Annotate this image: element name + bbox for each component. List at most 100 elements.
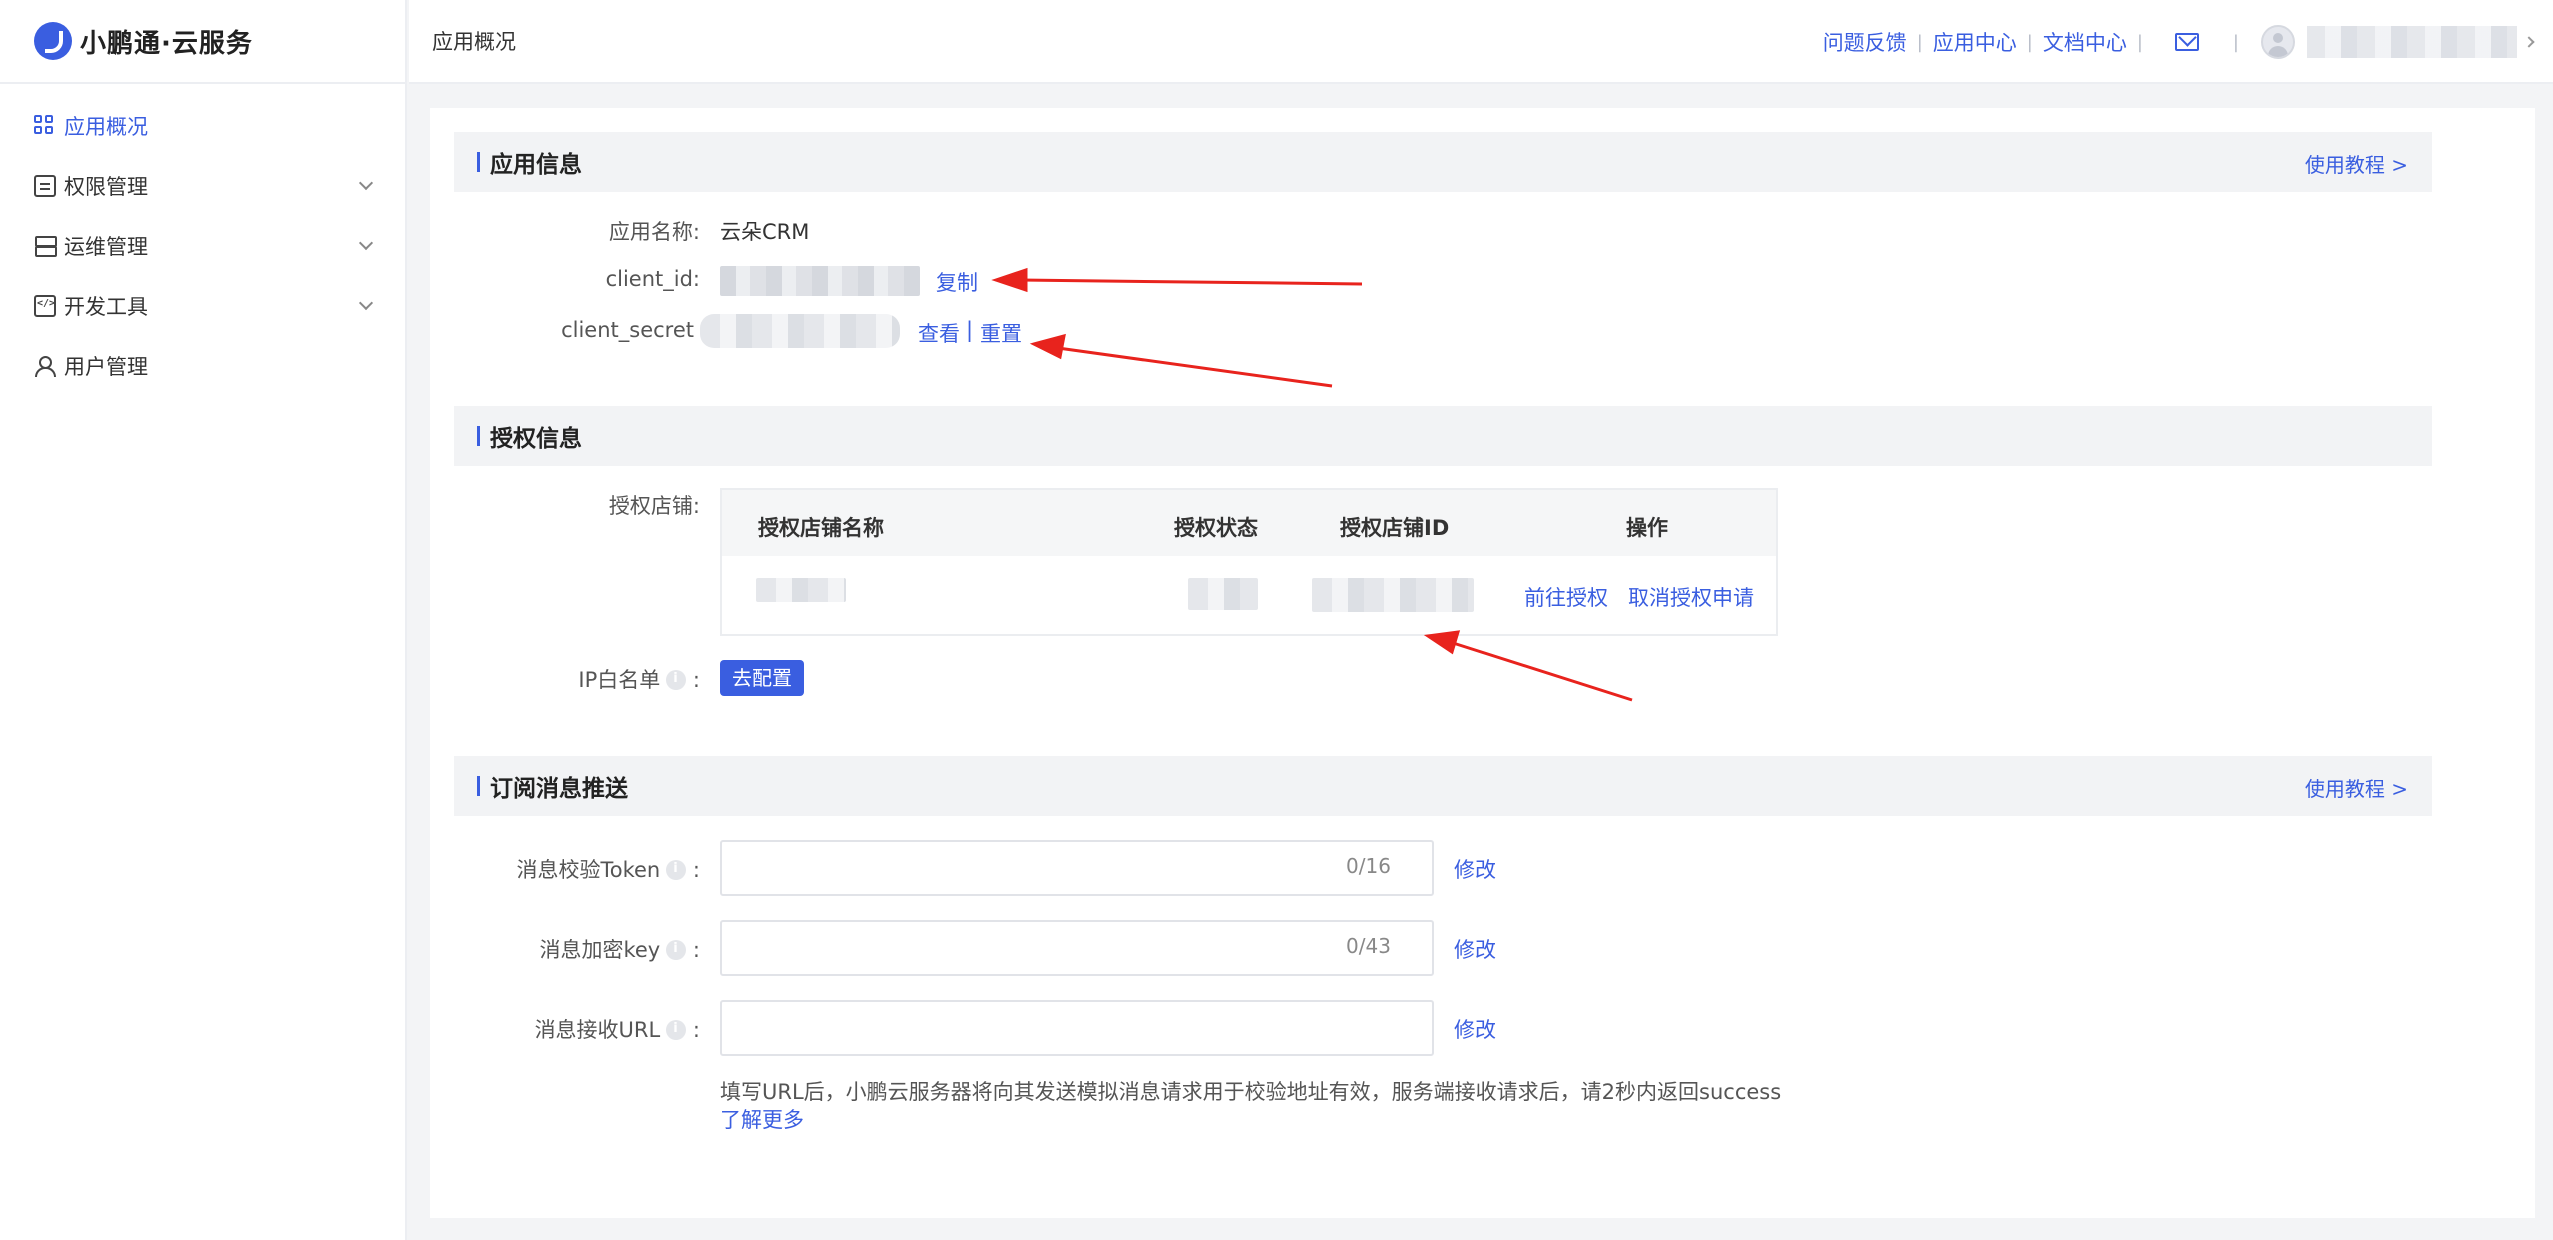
chevron-down-icon xyxy=(358,235,374,251)
modify-token-button[interactable]: 修改 xyxy=(1454,854,1496,884)
reset-secret-button[interactable]: 重置 xyxy=(980,318,1022,348)
sidebar-item-users[interactable]: 用户管理 xyxy=(0,336,405,396)
subscription-tutorial-link[interactable]: 使用教程 > xyxy=(2305,773,2408,802)
receive-url-input[interactable] xyxy=(720,1000,1434,1056)
main-card: 应用信息 使用教程 > 应用名称: 云朵CRM client_id: 复制 cl… xyxy=(430,108,2535,1218)
label-colon: : xyxy=(692,668,700,692)
docs-center-link[interactable]: 文档中心 xyxy=(2043,27,2127,57)
label-colon: : xyxy=(692,938,700,962)
mail-icon[interactable] xyxy=(2174,33,2199,51)
column-header-actions: 操作 xyxy=(1626,516,1668,540)
brand-name: 小鹏通·云服务 xyxy=(80,28,253,59)
sidebar-item-label: 应用概况 xyxy=(64,115,148,139)
receive-url-label-text: 消息接收URL xyxy=(534,1018,661,1042)
column-header-shop-id: 授权店铺ID xyxy=(1340,516,1450,540)
auth-info-header: 授权信息 xyxy=(454,406,2432,466)
ip-whitelist-label: IP白名单 : xyxy=(430,664,700,694)
brand-logo-icon xyxy=(34,22,72,60)
section-marker xyxy=(477,776,480,796)
section-marker xyxy=(477,152,480,172)
column-header-shop-name: 授权店铺名称 xyxy=(758,516,884,540)
shop-id-redacted xyxy=(1312,578,1474,612)
shop-name-redacted xyxy=(756,578,846,602)
ip-whitelist-label-text: IP白名单 xyxy=(578,668,661,692)
cancel-authorization-button[interactable]: 取消授权申请 xyxy=(1628,582,1754,612)
label-colon: : xyxy=(692,858,700,882)
chevron-down-icon xyxy=(358,295,374,311)
info-icon[interactable] xyxy=(666,670,687,690)
server-icon xyxy=(34,235,57,257)
status-redacted xyxy=(1188,578,1258,610)
copy-client-id-button[interactable]: 复制 xyxy=(936,267,978,297)
table-header: 授权店铺名称 授权状态 授权店铺ID 操作 xyxy=(722,490,1776,556)
app-info-header: 应用信息 使用教程 > xyxy=(454,132,2432,192)
header-separator: | xyxy=(2026,31,2033,53)
token-label: 消息校验Token : xyxy=(430,854,700,884)
url-hint-text: 填写URL后，小鹏云服务器将向其发送模拟消息请求用于校验地址有效，服务端接收请求… xyxy=(720,1080,1782,1104)
header-separator: | xyxy=(2136,31,2143,53)
grid-icon xyxy=(34,115,56,137)
header-actions: 问题反馈 | 应用中心 | 文档中心 | | xyxy=(1823,0,2535,84)
app-info-tutorial-link[interactable]: 使用教程 > xyxy=(2305,149,2408,178)
app-center-link[interactable]: 应用中心 xyxy=(1933,27,2017,57)
section-title: 应用信息 xyxy=(490,152,582,178)
sidebar-item-label: 用户管理 xyxy=(64,355,148,379)
user-icon xyxy=(34,355,56,377)
breadcrumb: 应用概况 xyxy=(432,30,516,54)
info-icon[interactable] xyxy=(666,940,687,960)
sidebar-item-label: 开发工具 xyxy=(64,295,148,319)
section-title: 授权信息 xyxy=(490,426,582,452)
token-label-text: 消息校验Token xyxy=(516,858,661,882)
secret-action-separator: | xyxy=(966,318,974,342)
configure-ip-button[interactable]: 去配置 xyxy=(720,660,804,696)
brand-logo[interactable]: 小鹏通·云服务 xyxy=(0,0,405,84)
encryption-key-label-text: 消息加密key xyxy=(539,938,661,962)
view-secret-button[interactable]: 查看 xyxy=(918,318,960,348)
code-icon xyxy=(34,295,56,317)
token-input[interactable] xyxy=(720,840,1434,896)
sidebar-item-label: 权限管理 xyxy=(64,175,148,199)
column-header-status: 授权状态 xyxy=(1174,516,1258,540)
info-icon[interactable] xyxy=(666,860,687,880)
sidebar-nav: 应用概况 权限管理 运维管理 开发工具 用户管理 xyxy=(0,84,405,396)
sidebar-item-operations[interactable]: 运维管理 xyxy=(0,216,405,276)
learn-more-link[interactable]: 了解更多 xyxy=(720,1106,1820,1134)
table-row: 前往授权 取消授权申请 xyxy=(722,556,1776,634)
label-colon: : xyxy=(692,1018,700,1042)
section-title: 订阅消息推送 xyxy=(490,776,628,802)
top-header: 应用概况 问题反馈 | 应用中心 | 文档中心 | | xyxy=(409,0,2553,84)
sidebar: 小鹏通·云服务 应用概况 权限管理 运维管理 开发工具 用户管理 xyxy=(0,0,407,1240)
section-marker xyxy=(477,426,480,446)
document-icon xyxy=(34,175,56,197)
go-authorize-button[interactable]: 前往授权 xyxy=(1524,582,1608,612)
subscription-header: 订阅消息推送 使用教程 > xyxy=(454,756,2432,816)
token-char-counter: 0/16 xyxy=(1346,854,1391,878)
header-separator: | xyxy=(2232,31,2239,53)
chevron-icon[interactable] xyxy=(2523,36,2535,48)
key-char-counter: 0/43 xyxy=(1346,934,1391,958)
modify-key-button[interactable]: 修改 xyxy=(1454,934,1496,964)
info-icon[interactable] xyxy=(666,1020,687,1040)
client-secret-label: client_secret xyxy=(561,318,694,342)
app-name-value: 云朵CRM xyxy=(720,220,810,244)
receive-url-label: 消息接收URL : xyxy=(430,1014,700,1044)
feedback-link[interactable]: 问题反馈 xyxy=(1823,27,1907,57)
avatar[interactable] xyxy=(2261,25,2295,59)
client-id-redacted xyxy=(720,266,920,296)
client-id-label: client_id: xyxy=(605,267,700,291)
encryption-key-label: 消息加密key : xyxy=(430,934,700,964)
sidebar-item-dev-tools[interactable]: 开发工具 xyxy=(0,276,405,336)
sidebar-item-permissions[interactable]: 权限管理 xyxy=(0,156,405,216)
sidebar-item-overview[interactable]: 应用概况 xyxy=(0,96,405,156)
modify-url-button[interactable]: 修改 xyxy=(1454,1014,1496,1044)
encryption-key-input[interactable] xyxy=(720,920,1434,976)
chevron-down-icon xyxy=(358,175,374,191)
authorized-shop-label: 授权店铺: xyxy=(608,494,700,518)
sidebar-item-label: 运维管理 xyxy=(64,235,148,259)
app-name-label: 应用名称: xyxy=(608,220,700,244)
header-separator: | xyxy=(1916,31,1923,53)
authorized-shop-table: 授权店铺名称 授权状态 授权店铺ID 操作 前往授权 取消授权申请 xyxy=(720,488,1778,636)
url-hint: 填写URL后，小鹏云服务器将向其发送模拟消息请求用于校验地址有效，服务端接收请求… xyxy=(720,1078,1820,1134)
username-redacted[interactable] xyxy=(2307,26,2517,58)
client-secret-redacted xyxy=(700,314,900,348)
